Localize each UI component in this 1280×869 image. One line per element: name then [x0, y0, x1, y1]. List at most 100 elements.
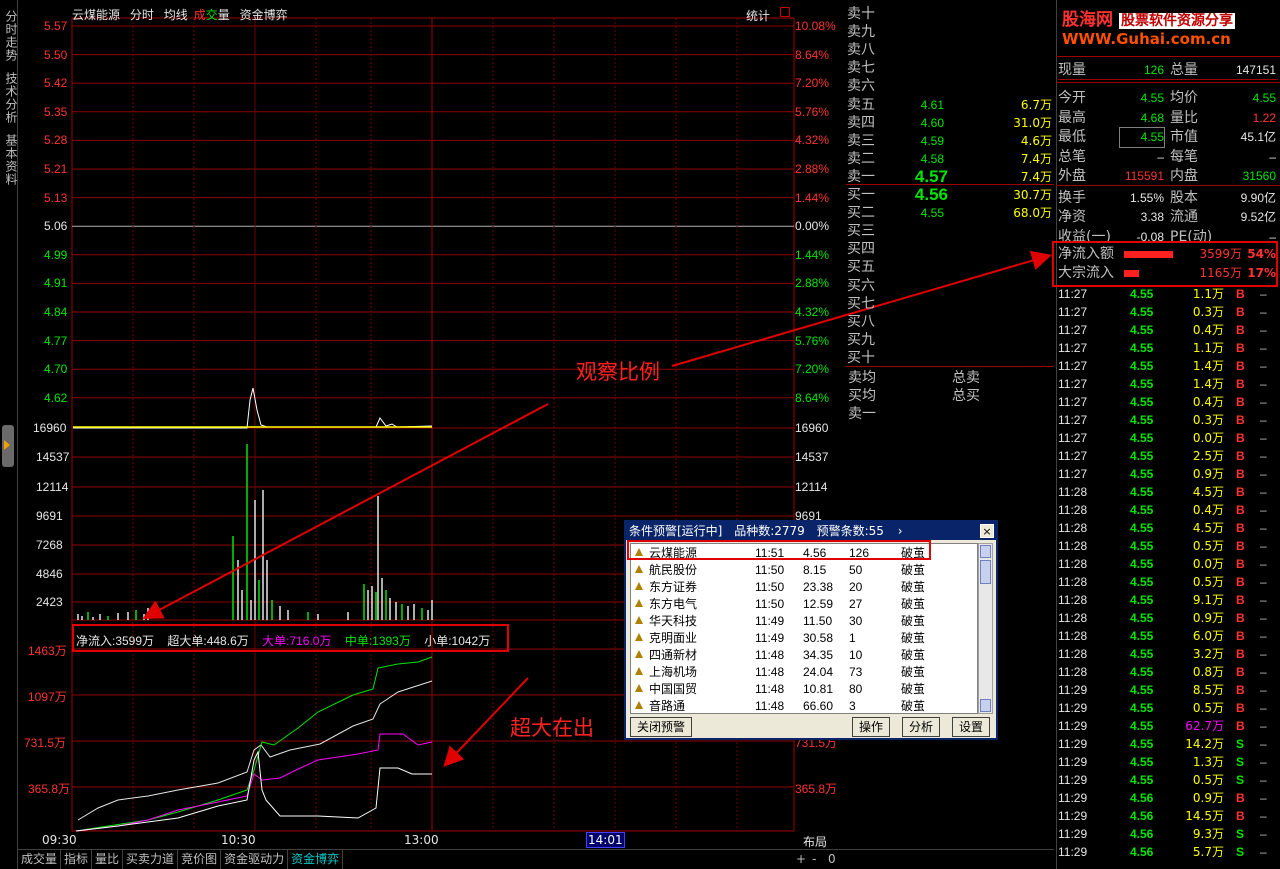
sell-avg-label: 卖均 — [848, 370, 876, 386]
alert-time: 11:50 — [755, 563, 785, 577]
orderbook-row: 买五 — [846, 258, 1054, 276]
tick-time: 11:28 — [1058, 665, 1088, 679]
tick-volume: 14.5万 — [1185, 809, 1224, 823]
tab-volume-ratio[interactable]: 量比 — [92, 850, 124, 869]
mode-avg-line[interactable]: 均线 — [164, 8, 188, 22]
scroll-down-icon[interactable] — [980, 699, 991, 712]
tick-volume: 8.5万 — [1192, 683, 1224, 697]
tab-buy-sell-force[interactable]: 买卖力道 — [123, 850, 179, 869]
alert-row[interactable]: 东方证券 11:50 23.38 20 破茧 — [631, 579, 977, 596]
alert-row[interactable]: 华天科技 11:49 11.50 30 破茧 — [631, 613, 977, 630]
alert-row[interactable]: 四通新材 11:48 34.35 10 破茧 — [631, 647, 977, 664]
price-tick: 5.35 — [44, 104, 68, 119]
alert-price: 4.56 — [803, 546, 827, 560]
quote-divider — [1056, 185, 1280, 186]
quote-label: 现量 — [1058, 62, 1086, 78]
tick-row: 11:28 4.55 0.5万 B – — [1058, 537, 1278, 555]
tick-time: 11:28 — [1058, 521, 1088, 535]
tab-volume[interactable]: 成交量 — [18, 850, 62, 869]
quote-row: 外盘 115591 内盘 31560 — [1058, 167, 1278, 186]
alert-titlebar[interactable]: 条件预警[运行中] 品种数:2779 预警条数:55 › — [626, 522, 996, 540]
operate-button[interactable]: 操作 — [852, 717, 891, 737]
zoom-in-button[interactable]: + — [796, 850, 806, 869]
orderbook-label: 买三 — [847, 223, 875, 240]
alert-scrollbar[interactable] — [978, 543, 993, 714]
scroll-thumb[interactable] — [980, 560, 991, 584]
tick-extra: – — [1260, 395, 1267, 409]
quote-row: 净资 3.38 流通 9.52亿 — [1058, 208, 1278, 227]
tick-row: 11:29 4.56 0.9万 B – — [1058, 789, 1278, 807]
alert-row[interactable]: 音路通 11:48 66.60 3 破茧 — [631, 698, 977, 713]
tick-time: 11:29 — [1058, 845, 1088, 859]
tick-row: 11:28 4.55 3.2万 B – — [1058, 645, 1278, 663]
reset-button[interactable]: 0 — [828, 850, 836, 869]
tick-volume: 0.0万 — [1192, 431, 1224, 445]
tab-fundamentals[interactable]: 基本资料 — [1, 132, 18, 187]
tick-time: 11:28 — [1058, 557, 1088, 571]
tick-price: 4.55 — [1130, 359, 1154, 373]
close-icon[interactable]: × — [980, 524, 994, 538]
flow-label: 净流入额 — [1058, 246, 1114, 262]
tab-intraday[interactable]: 分时走势 — [1, 8, 18, 63]
scroll-up-icon[interactable] — [980, 545, 991, 558]
alert-row[interactable]: 克明面业 11:49 30.58 1 破茧 — [631, 630, 977, 647]
alert-row[interactable]: 上海机场 11:48 24.04 73 破茧 — [631, 664, 977, 681]
tick-row: 11:27 4.55 0.3万 B – — [1058, 303, 1278, 321]
tick-side: S — [1236, 845, 1245, 859]
tick-time: 11:29 — [1058, 737, 1088, 751]
orderbook-row: 卖五 4.61 6.7万 — [846, 96, 1054, 114]
tick-extra: – — [1260, 287, 1267, 301]
zoom-out-button[interactable]: - — [812, 850, 816, 869]
flow-value: 3599万 — [1199, 247, 1242, 261]
chart-max-icon[interactable] — [780, 7, 790, 17]
tab-technical[interactable]: 技术分析 — [1, 70, 18, 125]
alert-row[interactable]: 航民股份 11:50 8.15 50 破茧 — [631, 562, 977, 579]
orderbook-row: 卖七 — [846, 59, 1054, 77]
orderbook-label: 买六 — [847, 277, 875, 294]
alert-time: 11:49 — [755, 631, 785, 645]
tick-volume: 14.2万 — [1185, 737, 1224, 751]
tick-row: 11:29 4.55 62.7万 B – — [1058, 717, 1278, 735]
close-alert-button[interactable]: 关闭预警 — [630, 717, 693, 737]
quote-value: 1.55% — [1129, 190, 1164, 205]
tick-volume: 0.3万 — [1192, 413, 1224, 427]
bid-ask-divider — [846, 184, 1054, 185]
orderbook-volume: 6.7万 — [1020, 97, 1052, 112]
tick-extra: – — [1260, 467, 1267, 481]
tick-side: B — [1236, 305, 1245, 319]
quote-label: 量比 — [1170, 109, 1198, 126]
fund-game-label[interactable]: 资金博弈 — [240, 8, 288, 22]
quote-label: 换手 — [1058, 189, 1086, 206]
alert-row[interactable]: 东方电气 11:50 12.59 27 破茧 — [631, 596, 977, 613]
alert-condition: 破茧 — [901, 665, 926, 679]
layout-button[interactable]: 布局 — [803, 833, 827, 850]
alert-time: 11:50 — [755, 580, 785, 594]
alert-row[interactable]: 云煤能源 11:51 4.56 126 破茧 — [631, 545, 977, 562]
pct-tick: 7.20% — [795, 362, 830, 377]
quote-row: 换手 1.55% 股本 9.90亿 — [1058, 189, 1278, 208]
orderbook-label: 买五 — [847, 259, 875, 276]
tick-time: 11:27 — [1058, 359, 1088, 373]
analyze-button[interactable]: 分析 — [902, 717, 941, 737]
tick-time: 11:28 — [1058, 629, 1088, 643]
stat-button[interactable]: 统计 — [746, 7, 770, 24]
mode-intraday[interactable]: 分时 — [130, 8, 154, 22]
tick-time: 11:27 — [1058, 377, 1088, 391]
tick-side: B — [1236, 557, 1245, 571]
tick-row: 11:27 4.55 0.3万 B – — [1058, 411, 1278, 429]
tick-row: 11:27 4.55 0.4万 B – — [1058, 321, 1278, 339]
alert-row[interactable]: 中国国贸 11:48 10.81 80 破茧 — [631, 681, 977, 698]
tick-price: 4.55 — [1130, 665, 1154, 679]
tick-time: 11:29 — [1058, 701, 1088, 715]
legend-net-inflow: 净流入:3599万 — [76, 634, 155, 648]
tab-auction[interactable]: 竞价图 — [178, 850, 222, 869]
settings-button[interactable]: 设置 — [952, 717, 991, 737]
tick-volume: 0.5万 — [1192, 773, 1224, 787]
tab-fund-drive[interactable]: 资金驱动力 — [221, 850, 289, 869]
tick-price: 4.55 — [1130, 467, 1154, 481]
tab-fund-game[interactable]: 资金博弈 — [288, 850, 344, 869]
expand-arrow-icon[interactable]: › — [898, 524, 903, 538]
tab-indicator[interactable]: 指标 — [61, 850, 93, 869]
tick-side: B — [1236, 359, 1245, 373]
flow-row: 大宗流入 1165万 17% — [1058, 264, 1278, 283]
